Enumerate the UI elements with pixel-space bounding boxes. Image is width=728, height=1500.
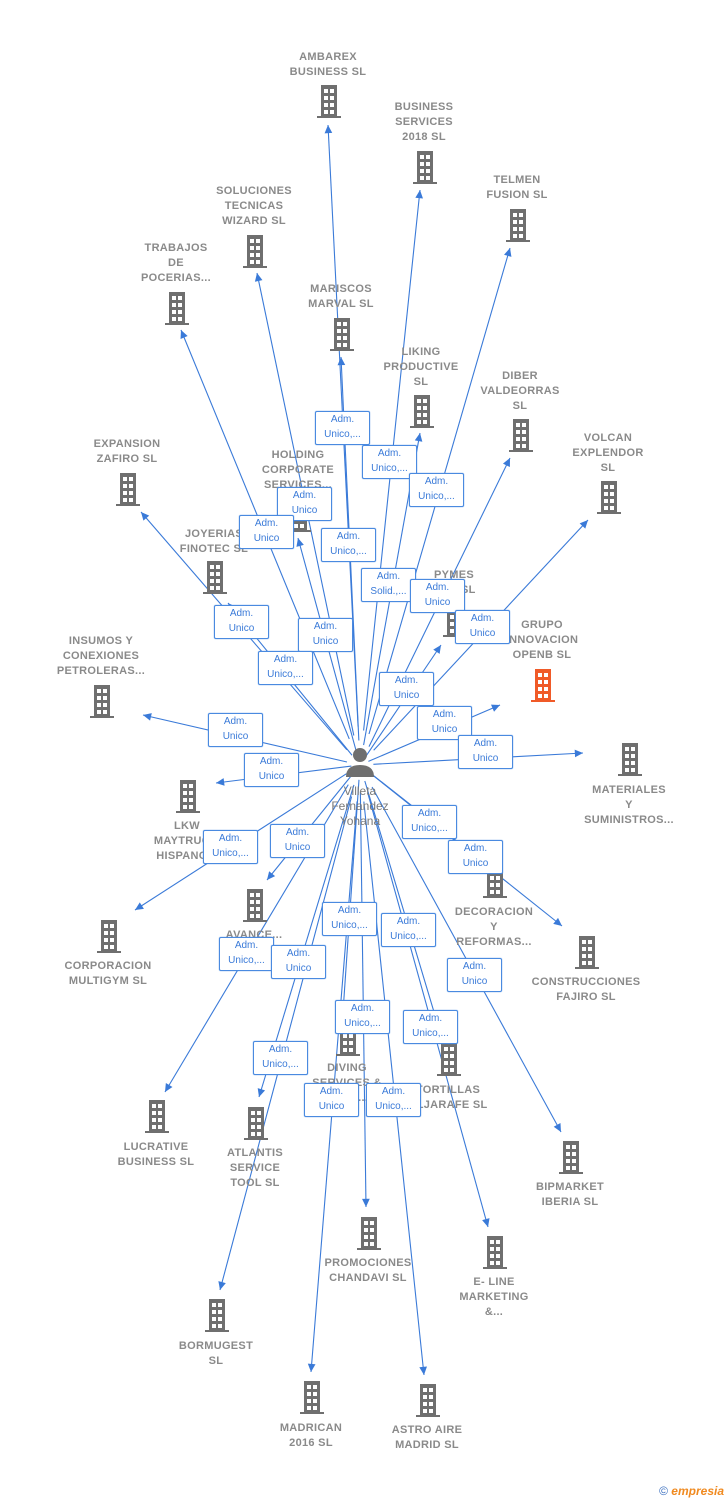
- role-badge[interactable]: Adm. Unico,...: [315, 411, 370, 445]
- edge-arrowhead: [504, 248, 512, 257]
- role-badge[interactable]: Adm. Unico,...: [335, 1000, 390, 1034]
- role-badge[interactable]: Adm. Unico,...: [219, 937, 274, 971]
- company-label[interactable]: PROMOCIONES CHANDAVI SL: [303, 1256, 433, 1286]
- copyright-symbol: ©: [659, 1484, 668, 1498]
- company-label[interactable]: SOLUCIONES TECNICAS WIZARD SL: [189, 184, 319, 229]
- building-icon[interactable]: [597, 481, 621, 514]
- building-icon[interactable]: [416, 1384, 440, 1417]
- role-badge[interactable]: Adm. Unico: [208, 713, 263, 747]
- role-badge[interactable]: Adm. Unico,...: [322, 902, 377, 936]
- company-label[interactable]: INSUMOS Y CONEXIONES PETROLERAS...: [36, 634, 166, 679]
- company-label[interactable]: ASTRO AIRE MADRID SL: [362, 1423, 492, 1453]
- building-icon[interactable]: [413, 151, 437, 184]
- building-icon[interactable]: [165, 292, 189, 325]
- edge-arrowhead: [482, 1218, 490, 1227]
- edge-arrowhead: [143, 713, 152, 721]
- company-label[interactable]: TELMEN FUSION SL: [452, 173, 582, 203]
- edge-arrowhead: [574, 749, 583, 758]
- building-icon[interactable]: [559, 1141, 583, 1174]
- role-badge[interactable]: Adm. Unico,...: [253, 1041, 308, 1075]
- building-icon[interactable]: [317, 85, 341, 118]
- role-badge[interactable]: Adm. Unico: [410, 579, 465, 613]
- building-icon[interactable]: [437, 1043, 461, 1076]
- role-badge[interactable]: Adm. Unico: [270, 824, 325, 858]
- company-label[interactable]: DECORACION Y REFORMAS...: [429, 905, 559, 950]
- brand-logo: empresia: [671, 1484, 724, 1498]
- building-icon[interactable]: [483, 1236, 507, 1269]
- building-icon[interactable]: [410, 395, 434, 428]
- building-icon[interactable]: [97, 920, 121, 953]
- edge-arrowhead: [216, 778, 225, 786]
- role-badge[interactable]: Adm. Unico: [458, 735, 513, 769]
- role-badge[interactable]: Adm. Solid.,...: [361, 568, 416, 602]
- role-badge[interactable]: Adm. Unico,...: [381, 913, 436, 947]
- footer-brand: © empresia: [659, 1484, 724, 1498]
- role-badge[interactable]: Adm. Unico,...: [203, 830, 258, 864]
- role-badge[interactable]: Adm. Unico,...: [321, 528, 376, 562]
- role-badge[interactable]: Adm. Unico: [455, 610, 510, 644]
- edge-arrowhead: [419, 1366, 427, 1375]
- role-badge[interactable]: Adm. Unico: [448, 840, 503, 874]
- company-label[interactable]: VOLCAN EXPLENDOR SL: [543, 431, 673, 476]
- building-icon[interactable]: [90, 685, 114, 718]
- company-label[interactable]: BIPMARKET IBERIA SL: [505, 1180, 635, 1210]
- building-icon[interactable]: [145, 1100, 169, 1133]
- company-label[interactable]: MATERIALES Y SUMINISTROS...: [564, 783, 694, 828]
- building-icon[interactable]: [203, 561, 227, 594]
- edge-arrowhead: [165, 1083, 173, 1092]
- company-label[interactable]: AMBAREX BUSINESS SL: [263, 50, 393, 80]
- edge-arrowhead: [415, 190, 423, 199]
- company-label[interactable]: ATLANTIS SERVICE TOOL SL: [190, 1146, 320, 1191]
- role-badge[interactable]: Adm. Unico: [298, 618, 353, 652]
- role-badge[interactable]: Adm. Unico: [239, 515, 294, 549]
- edge-arrowhead: [433, 645, 441, 654]
- building-icon[interactable]: [300, 1381, 324, 1414]
- building-icon[interactable]: [531, 669, 555, 702]
- company-label[interactable]: EXPANSION ZAFIRO SL: [62, 437, 192, 467]
- edge-arrowhead: [362, 1198, 370, 1207]
- center-person-name[interactable]: Villeta Fernandez Yohana: [300, 784, 420, 829]
- role-badge[interactable]: Adm. Unico,...: [258, 651, 313, 685]
- edge-arrowhead: [414, 433, 423, 442]
- role-badge[interactable]: Adm. Unico,...: [403, 1010, 458, 1044]
- role-badge[interactable]: Adm. Unico: [447, 958, 502, 992]
- edge-arrowhead: [257, 1088, 266, 1097]
- role-badge[interactable]: Adm. Unico,...: [409, 473, 464, 507]
- building-icon[interactable]: [506, 209, 530, 242]
- role-badge[interactable]: Adm. Unico: [214, 605, 269, 639]
- building-icon[interactable]: [618, 743, 642, 776]
- building-icon[interactable]: [243, 889, 267, 922]
- role-badge[interactable]: Adm. Unico: [244, 753, 299, 787]
- company-label[interactable]: BUSINESS SERVICES 2018 SL: [359, 100, 489, 145]
- building-icon[interactable]: [176, 780, 200, 813]
- edge-arrowhead: [135, 902, 144, 910]
- role-badge[interactable]: Adm. Unico: [379, 672, 434, 706]
- building-icon[interactable]: [330, 318, 354, 351]
- building-icon[interactable]: [357, 1217, 381, 1250]
- role-badge[interactable]: Adm. Unico,...: [366, 1083, 421, 1117]
- role-badge[interactable]: Adm. Unico: [304, 1083, 359, 1117]
- company-label[interactable]: CORPORACION MULTIGYM SL: [43, 959, 173, 989]
- edge-arrowhead: [218, 1281, 226, 1290]
- company-label[interactable]: DIBER VALDEORRAS SL: [455, 369, 585, 414]
- company-label[interactable]: BORMUGEST SL: [151, 1339, 281, 1369]
- building-icon[interactable]: [116, 473, 140, 506]
- company-label[interactable]: MARISCOS MARVAL SL: [276, 282, 406, 312]
- building-icon[interactable]: [509, 419, 533, 452]
- edge-arrowhead: [254, 273, 263, 282]
- edge-arrowhead: [296, 538, 304, 547]
- company-label[interactable]: TRABAJOS DE POCERIAS...: [111, 241, 241, 286]
- edge-arrowhead: [337, 357, 346, 366]
- company-label[interactable]: MADRICAN 2016 SL: [246, 1421, 376, 1451]
- building-icon[interactable]: [243, 235, 267, 268]
- edge-arrowhead: [307, 1363, 316, 1372]
- building-icon[interactable]: [575, 936, 599, 969]
- company-label[interactable]: CONSTRUCCIONES FAJIRO SL: [521, 975, 651, 1005]
- edge-arrowhead: [324, 125, 333, 134]
- role-badge[interactable]: Adm. Unico: [271, 945, 326, 979]
- company-label[interactable]: E- LINE MARKETING &...: [429, 1275, 559, 1320]
- edge-arrowhead: [267, 871, 276, 880]
- building-icon[interactable]: [205, 1299, 229, 1332]
